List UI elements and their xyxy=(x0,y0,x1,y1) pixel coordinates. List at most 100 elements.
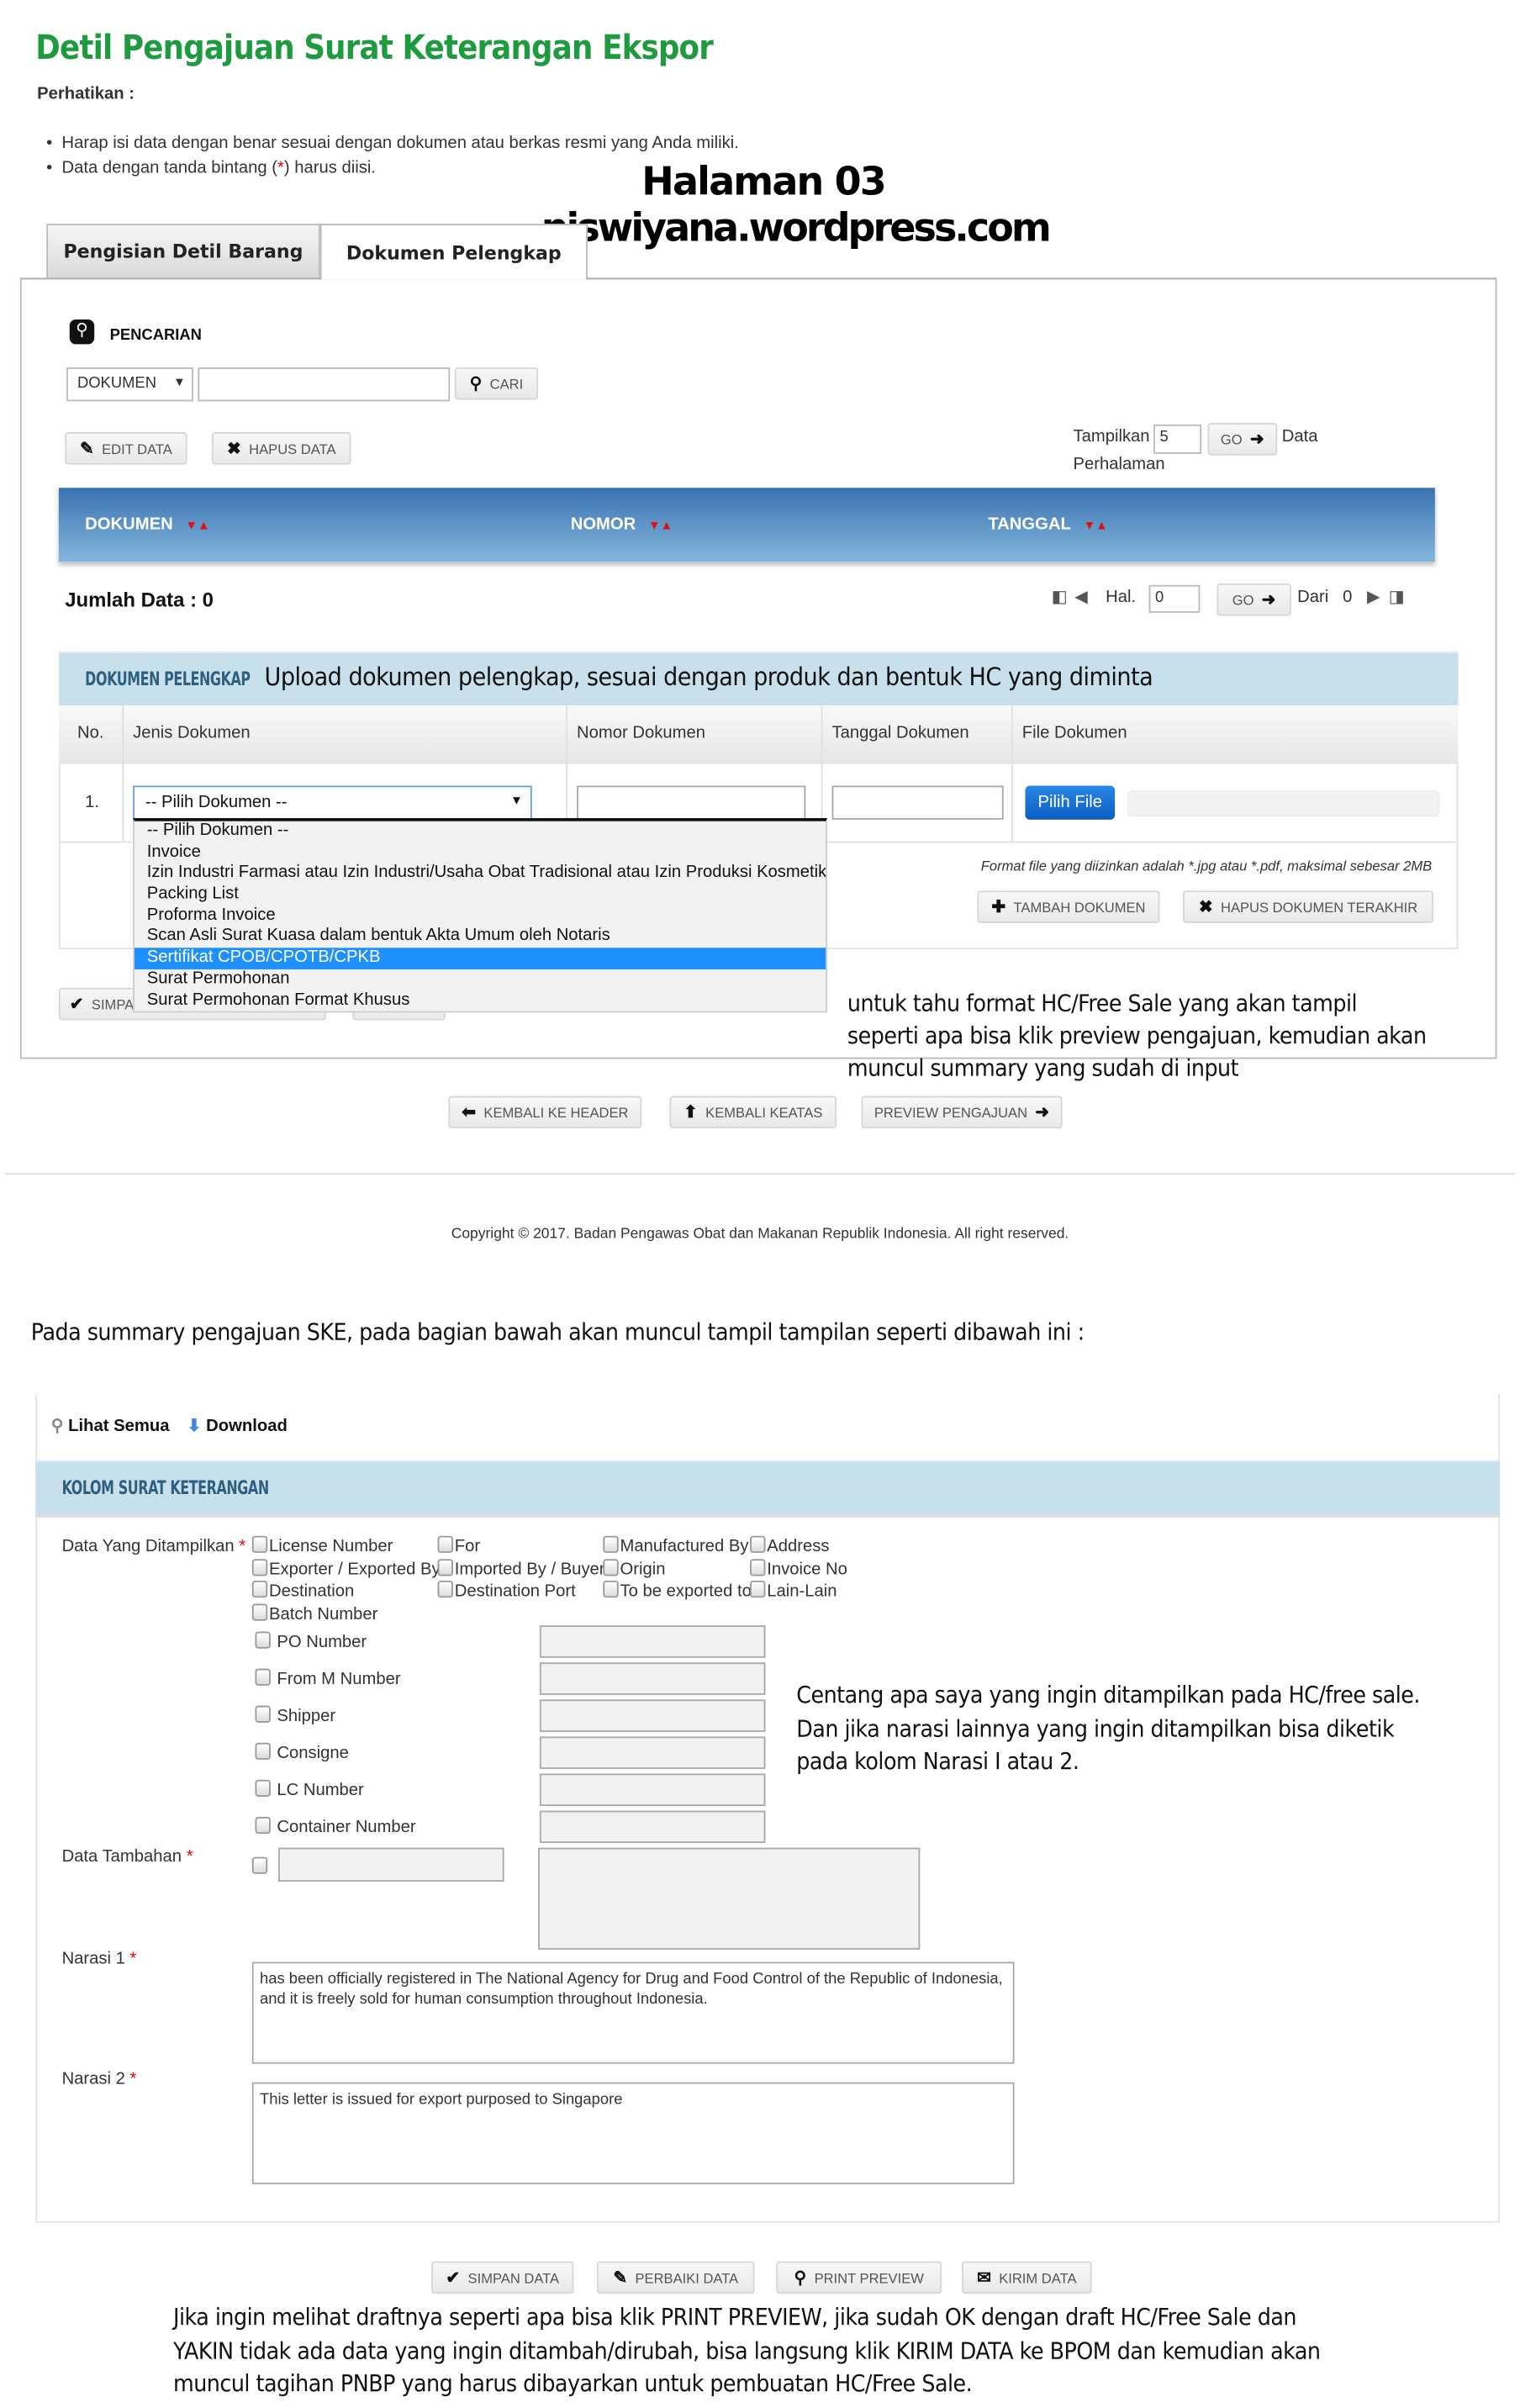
field-value-input[interactable] xyxy=(539,1773,766,1807)
checkbox-label: Shipper xyxy=(277,1707,336,1726)
plus-icon: ✚ xyxy=(991,898,1006,917)
jenis-dokumen-select[interactable]: -- Pilih Dokumen -- ▼ xyxy=(133,785,532,820)
choose-file-button[interactable]: Pilih File xyxy=(1025,785,1116,820)
display-checkbox[interactable]: Exporter / Exported By xyxy=(251,1558,441,1578)
delete-data-button[interactable]: ✖ HAPUS DATA xyxy=(211,432,351,465)
dropdown-option[interactable]: Packing List xyxy=(135,885,826,906)
search-heading: PENCARIAN xyxy=(109,327,202,345)
dropdown-option[interactable]: Izin Industri Farmasi atau Izin Industri… xyxy=(135,863,826,885)
data-label: Data xyxy=(1281,427,1318,446)
per-page-input[interactable]: 5 xyxy=(1153,424,1202,454)
view-all-link[interactable]: ⚲ Lihat Semua xyxy=(51,1416,170,1435)
search-input[interactable] xyxy=(198,367,451,402)
display-checkbox[interactable]: Lain-Lain xyxy=(750,1580,837,1601)
search-field-select[interactable]: DOKUMEN ▼ xyxy=(66,367,193,402)
back-to-top-button[interactable]: ⬆ KEMBALI KEATAS xyxy=(669,1096,837,1129)
button-label: KIRIM DATA xyxy=(999,2269,1077,2286)
field-value-input[interactable] xyxy=(539,1662,766,1695)
nomor-dokumen-input[interactable] xyxy=(577,785,806,820)
display-checkbox[interactable]: License Number xyxy=(251,1535,393,1556)
extra-name-input[interactable] xyxy=(278,1847,504,1882)
display-checkbox[interactable]: Origin xyxy=(603,1558,666,1578)
field-checkbox[interactable]: Container Number xyxy=(255,1816,416,1837)
display-checkbox[interactable]: Manufactured By xyxy=(603,1535,749,1556)
back-to-header-button[interactable]: ⬅ KEMBALI KE HEADER xyxy=(448,1096,642,1129)
field-checkbox[interactable]: From M Number xyxy=(255,1668,401,1689)
fix-data-button[interactable]: ✎ PERBAIKI DATA xyxy=(596,2261,755,2294)
send-data-button[interactable]: ✉ KIRIM DATA xyxy=(962,2261,1092,2294)
page-input[interactable]: 0 xyxy=(1148,584,1201,613)
search-icon: ⚲ xyxy=(69,319,95,345)
checkbox-label: From M Number xyxy=(277,1670,401,1689)
checkbox-label: Lain-Lain xyxy=(767,1582,837,1601)
jenis-dokumen-dropdown[interactable]: -- Pilih Dokumen -- Invoice Izin Industri … xyxy=(133,818,828,1013)
field-checkbox[interactable]: Shipper xyxy=(255,1705,336,1726)
field-value-input[interactable] xyxy=(539,1736,766,1769)
display-checkbox[interactable]: Imported By / Buyer xyxy=(437,1558,605,1578)
dropdown-option[interactable]: Surat Permohonan xyxy=(135,969,826,990)
note-line: pada kolom Narasi I atau 2. xyxy=(796,1747,1079,1776)
of-label: Dari 0 xyxy=(1297,588,1352,606)
field-value-input[interactable] xyxy=(539,1699,766,1732)
search-button[interactable]: ⚲ CARI xyxy=(454,367,539,400)
dropdown-option[interactable]: -- Pilih Dokumen -- xyxy=(135,821,826,842)
column-header-tanggal[interactable]: TANGGAL ▼▲ xyxy=(988,515,1107,534)
field-value-input[interactable] xyxy=(539,1810,766,1844)
edit-data-button[interactable]: ✎ EDIT DATA xyxy=(65,432,187,465)
note-line: seperti apa bisa klik preview pengajuan,… xyxy=(847,1022,1427,1050)
show-label: Tampilkan xyxy=(1073,427,1150,446)
narasi1-textarea[interactable]: has been officially registered in The Na… xyxy=(251,1962,1015,2064)
sort-icon[interactable]: ▼▲ xyxy=(1084,519,1108,533)
checkbox-label: Invoice No xyxy=(767,1560,847,1579)
field-checkbox[interactable]: Consigne xyxy=(255,1742,349,1763)
col-jenis: Jenis Dokumen xyxy=(133,724,251,743)
display-checkbox[interactable]: Destination xyxy=(251,1580,354,1601)
tab-dokumen-pelengkap[interactable]: Dokumen Pelengkap xyxy=(319,224,588,280)
add-document-button[interactable]: ✚ TAMBAH DOKUMEN xyxy=(977,890,1160,923)
page-number-overlay: Halaman 03 xyxy=(641,159,886,204)
display-checkbox[interactable]: Invoice No xyxy=(750,1558,847,1578)
first-page-icon[interactable]: ◧ xyxy=(1052,587,1068,606)
display-label: Data Yang Ditampilkan * xyxy=(62,1538,246,1556)
sort-icon[interactable]: ▼▲ xyxy=(648,519,673,533)
extra-checkbox[interactable] xyxy=(251,1852,269,1880)
note-line: untuk tahu format HC/Free Sale yang akan… xyxy=(847,989,1358,1017)
note-line: muncul summary yang sudah di input xyxy=(847,1054,1239,1082)
arrow-right-icon: ➜ xyxy=(1035,1103,1050,1122)
tanggal-dokumen-input[interactable] xyxy=(831,785,1004,820)
preview-submission-button[interactable]: PREVIEW PENGAJUAN ➜ xyxy=(861,1096,1063,1129)
display-checkbox[interactable]: Destination Port xyxy=(437,1580,576,1601)
next-page-icon[interactable]: ▶ xyxy=(1367,587,1380,606)
display-checkbox[interactable]: For xyxy=(437,1535,480,1556)
checkbox-icon xyxy=(251,1856,268,1874)
prev-page-icon[interactable]: ◀ xyxy=(1074,587,1088,606)
narasi2-label: Narasi 2 * xyxy=(62,2070,137,2089)
extra-value-textarea[interactable] xyxy=(538,1847,921,1950)
tab-pengisian-detil-barang[interactable]: Pengisian Detil Barang xyxy=(46,224,320,278)
column-header-dokumen[interactable]: DOKUMEN ▼▲ xyxy=(85,515,209,534)
button-label: KEMBALI KEATAS xyxy=(705,1104,823,1120)
print-preview-button[interactable]: ⚲ PRINT PREVIEW xyxy=(776,2261,942,2294)
last-page-icon[interactable]: ◨ xyxy=(1389,587,1405,606)
download-link[interactable]: ⬇ Download xyxy=(187,1416,288,1435)
field-checkbox[interactable]: LC Number xyxy=(255,1779,364,1800)
display-checkbox[interactable]: Batch Number xyxy=(251,1603,377,1623)
field-value-input[interactable] xyxy=(539,1625,766,1658)
display-checkbox[interactable]: To be exported to xyxy=(603,1580,752,1601)
column-header-nomor[interactable]: NOMOR ▼▲ xyxy=(571,515,673,534)
dropdown-option[interactable]: Invoice xyxy=(135,842,826,863)
field-checkbox[interactable]: PO Number xyxy=(255,1631,367,1651)
display-checkbox[interactable]: Address xyxy=(750,1535,830,1556)
narasi2-textarea[interactable]: This letter is issued for export purpose… xyxy=(251,2082,1015,2184)
save-data-button[interactable]: ✔ SIMPAN DATA xyxy=(431,2261,574,2294)
page-go-button[interactable]: GO ➜ xyxy=(1217,583,1291,616)
dropdown-option[interactable]: Surat Permohonan Format Khusus xyxy=(135,990,826,1011)
dropdown-option[interactable]: Scan Asli Surat Kuasa dalam bentuk Akta … xyxy=(135,927,826,948)
sort-icon[interactable]: ▼▲ xyxy=(185,519,209,533)
dropdown-option[interactable]: Proforma Invoice xyxy=(135,906,826,927)
remove-last-document-button[interactable]: ✖ HAPUS DOKUMEN TERAKHIR xyxy=(1183,890,1434,923)
of-text: Dari xyxy=(1297,588,1329,607)
dropdown-option[interactable]: Sertifikat CPOB/CPOTB/CPKB xyxy=(135,948,826,969)
go-button[interactable]: GO ➜ xyxy=(1207,423,1278,456)
label-text: Narasi 2 xyxy=(61,2069,125,2089)
